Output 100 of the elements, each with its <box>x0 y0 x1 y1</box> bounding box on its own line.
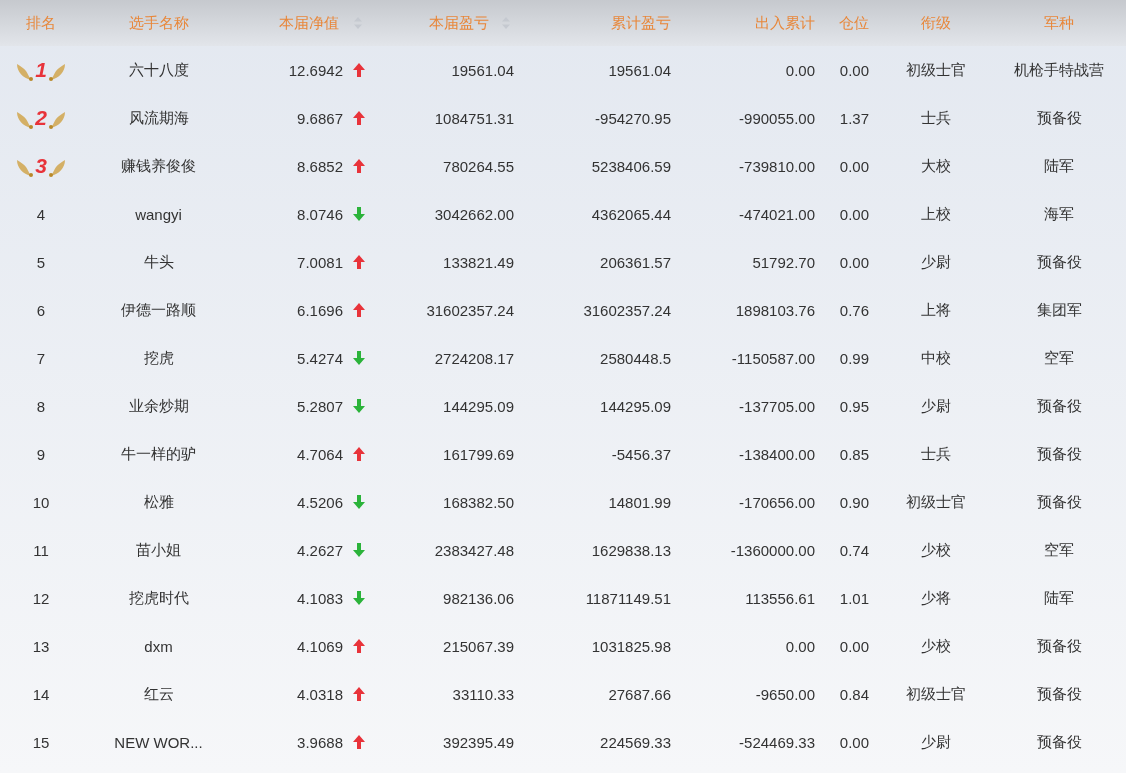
branch-label: 预备役 <box>1036 492 1082 512</box>
profit-value: 133821.49 <box>443 253 514 271</box>
rank-number: 13 <box>32 637 50 655</box>
column-header: 衔级 <box>921 13 951 33</box>
branch-label: 空军 <box>1044 348 1074 368</box>
rank-number: 3 <box>35 154 47 178</box>
column-header[interactable]: 本届盈亏 <box>429 13 489 33</box>
player-name: 挖虎 <box>143 348 174 368</box>
net-value: 12.6942 <box>288 61 343 79</box>
position-value: 0.00 <box>839 205 869 223</box>
profit-value: 215067.39 <box>443 637 514 655</box>
column-header[interactable]: 本届净值 <box>279 13 339 33</box>
player-name: NEW WOR... <box>114 733 203 751</box>
net-value: 5.2807 <box>297 397 343 415</box>
column-header: 出入累计 <box>755 13 815 33</box>
grade-label: 上将 <box>921 300 951 320</box>
profit-value: 144295.09 <box>443 397 514 415</box>
rank-number: 10 <box>32 493 50 511</box>
grade-label: 初级士官 <box>906 492 966 512</box>
net-value: 8.6852 <box>297 157 343 175</box>
net-value: 4.5206 <box>297 493 343 511</box>
player-name: dxm <box>144 637 173 655</box>
profit-value: 161799.69 <box>443 445 514 463</box>
column-header: 累计盈亏 <box>611 13 671 33</box>
net-value: 5.4274 <box>297 349 343 367</box>
rank-number: 9 <box>36 445 46 463</box>
profit-value: 392395.49 <box>443 733 514 751</box>
branch-label: 预备役 <box>1036 108 1082 128</box>
rank-number: 4 <box>36 205 46 223</box>
net-value: 6.1696 <box>297 301 343 319</box>
in-out-value: -9650.00 <box>755 685 815 703</box>
player-name: 挖虎时代 <box>128 588 189 608</box>
grade-label: 大校 <box>921 156 951 176</box>
rank-number: 11 <box>33 541 49 559</box>
grade-label: 少尉 <box>921 732 951 752</box>
branch-label: 预备役 <box>1036 684 1082 704</box>
profit-value: 2724208.17 <box>434 349 514 367</box>
grade-label: 少将 <box>921 588 951 608</box>
player-name: 风流期海 <box>128 108 189 128</box>
branch-label: 预备役 <box>1036 252 1082 272</box>
grade-label: 士兵 <box>921 444 951 464</box>
total-profit-value: 31602357.24 <box>583 301 671 319</box>
rank-number: 6 <box>36 301 46 319</box>
total-profit-value: 14801.99 <box>608 493 671 511</box>
grade-label: 少校 <box>921 636 951 656</box>
position-value: 1.37 <box>839 109 869 127</box>
branch-label: 陆军 <box>1044 156 1074 176</box>
net-value: 9.6867 <box>297 109 343 127</box>
rank-number: 15 <box>32 733 50 751</box>
position-value: 0.90 <box>839 493 869 511</box>
total-profit-value: 1629838.13 <box>591 541 671 559</box>
in-out-value: 0.00 <box>785 61 815 79</box>
player-name: 松雅 <box>143 492 174 512</box>
position-value: 0.00 <box>839 637 869 655</box>
net-value: 4.2627 <box>297 541 343 559</box>
player-name: 红云 <box>143 684 174 704</box>
total-profit-value: 5238406.59 <box>591 157 671 175</box>
total-profit-value: 206361.57 <box>600 253 671 271</box>
player-name: 苗小姐 <box>136 540 181 560</box>
rank-number: 2 <box>35 106 47 130</box>
column-header: 仓位 <box>839 13 869 33</box>
profit-value: 982136.06 <box>443 589 514 607</box>
total-profit-value: 4362065.44 <box>591 205 671 223</box>
total-profit-value: 19561.04 <box>608 61 671 79</box>
in-out-value: -990055.00 <box>739 109 815 127</box>
branch-label: 空军 <box>1044 540 1074 560</box>
position-value: 1.01 <box>839 589 869 607</box>
player-name: 六十八度 <box>128 60 189 80</box>
profit-value: 19561.04 <box>451 61 514 79</box>
net-value: 4.1083 <box>297 589 343 607</box>
grade-label: 初级士官 <box>906 60 966 80</box>
column-header: 排名 <box>26 13 56 33</box>
profit-value: 1084751.31 <box>434 109 514 127</box>
profit-value: 2383427.48 <box>434 541 514 559</box>
net-value: 4.1069 <box>297 637 343 655</box>
net-value: 8.0746 <box>297 205 343 223</box>
grade-label: 中校 <box>921 348 951 368</box>
player-name: 业余炒期 <box>128 396 189 416</box>
grade-label: 少校 <box>921 540 951 560</box>
position-value: 0.84 <box>839 685 869 703</box>
in-out-value: 51792.70 <box>752 253 815 271</box>
total-profit-value: -5456.37 <box>611 445 671 463</box>
branch-label: 陆军 <box>1044 588 1074 608</box>
grade-label: 少尉 <box>921 396 951 416</box>
rank-number: 1 <box>35 58 47 82</box>
net-value: 3.9688 <box>297 733 343 751</box>
profit-value: 168382.50 <box>443 493 514 511</box>
rank-number: 7 <box>36 349 46 367</box>
rank-number: 5 <box>36 253 46 271</box>
branch-label: 预备役 <box>1036 732 1082 752</box>
total-profit-value: -954270.95 <box>595 109 671 127</box>
position-value: 0.85 <box>839 445 869 463</box>
total-profit-value: 1031825.98 <box>591 637 671 655</box>
rank-number: 12 <box>32 589 50 607</box>
branch-label: 机枪手特战营 <box>1014 60 1104 80</box>
position-value: 0.74 <box>839 541 869 559</box>
branch-label: 预备役 <box>1036 396 1082 416</box>
position-value: 0.76 <box>839 301 869 319</box>
grade-label: 上校 <box>921 204 951 224</box>
profit-value: 780264.55 <box>443 157 514 175</box>
